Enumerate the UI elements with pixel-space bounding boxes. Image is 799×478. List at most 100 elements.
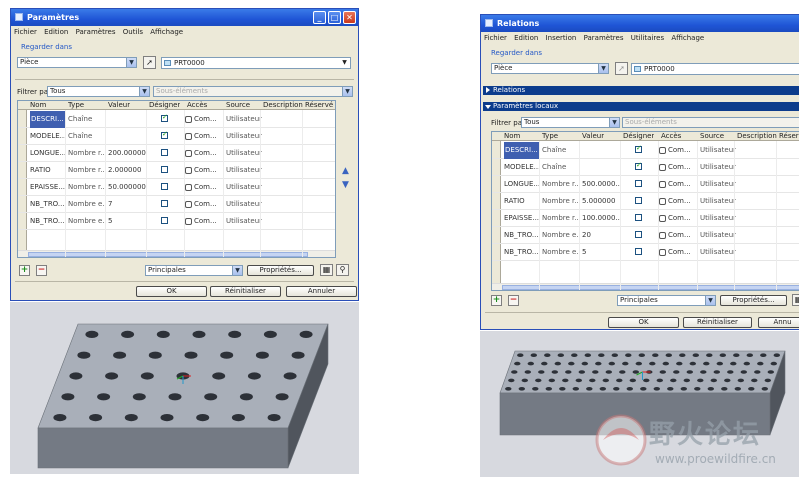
col-reserve[interactable]: Réservé [779, 132, 799, 141]
param-value-cell[interactable]: 50.000000 [108, 179, 147, 196]
scrollbar-thumb[interactable] [28, 252, 308, 257]
local-params-section-header[interactable]: Paramètres locaux [483, 102, 799, 111]
filter-select[interactable]: Tous ▼ [47, 86, 150, 97]
param-type-cell[interactable]: Nombre e... [68, 196, 106, 213]
param-access-cell[interactable]: Com... [668, 210, 704, 227]
reset-button[interactable]: Réinitialiser [210, 286, 281, 297]
properties-button[interactable]: Propriétés... [720, 295, 787, 306]
param-access-cell[interactable]: Com... [668, 244, 704, 261]
subelements-select[interactable]: Sous-éléments [622, 117, 799, 128]
menu-parametres[interactable]: Paramètres [76, 28, 116, 36]
remove-parameter-button[interactable]: − [508, 295, 519, 306]
param-name-cell[interactable]: RATIO [30, 162, 66, 179]
param-value-cell[interactable]: 5 [582, 244, 621, 261]
param-name-cell[interactable]: NB_TRO... [30, 213, 66, 230]
param-type-cell[interactable]: Nombre r... [542, 193, 580, 210]
menu-affichage[interactable]: Affichage [150, 28, 183, 36]
param-source-cell[interactable]: Utilisateur [700, 210, 736, 227]
subelements-select[interactable]: Sous-éléments ▼ [153, 86, 353, 97]
param-name-cell[interactable]: RATIO [504, 193, 540, 210]
param-access-cell[interactable]: Com... [668, 176, 704, 193]
remove-parameter-button[interactable]: − [36, 265, 47, 276]
menu-fichier[interactable]: Fichier [484, 34, 507, 42]
add-parameter-button[interactable]: + [491, 295, 502, 306]
col-designer[interactable]: Désigner [149, 101, 180, 110]
binoculars-icon[interactable]: ⚲ [336, 264, 349, 276]
minimize-button[interactable]: _ [313, 11, 326, 24]
add-parameter-button[interactable]: + [19, 265, 30, 276]
menu-edition[interactable]: Edition [514, 34, 538, 42]
param-source-cell[interactable]: Utilisateur [700, 244, 736, 261]
move-up-icon[interactable]: ▲ [342, 166, 349, 176]
designate-checkbox[interactable] [635, 161, 642, 170]
col-nom[interactable]: Nom [504, 132, 520, 141]
menu-utilitaires[interactable]: Utilitaires [631, 34, 664, 42]
param-source-cell[interactable]: Utilisateur [226, 128, 262, 145]
param-set-select[interactable]: Principales ▼ [617, 295, 716, 306]
col-acces[interactable]: Accès [187, 101, 207, 110]
designate-checkbox[interactable] [635, 180, 642, 187]
model-select[interactable]: PRT0000 [631, 63, 799, 75]
pointer-icon[interactable]: ➚ [143, 56, 156, 69]
designate-checkbox[interactable] [161, 217, 168, 224]
col-source[interactable]: Source [700, 132, 724, 141]
col-reserve[interactable]: Réservé [305, 101, 333, 110]
designate-checkbox[interactable] [161, 149, 168, 156]
designate-checkbox[interactable] [635, 231, 642, 238]
param-type-cell[interactable]: Nombre e... [542, 227, 580, 244]
reset-button[interactable]: Réinitialiser [683, 317, 752, 328]
scrollbar-thumb[interactable] [502, 285, 799, 290]
param-value-cell[interactable]: 2.000000 [108, 162, 147, 179]
param-name-cell[interactable]: MODELE... [30, 128, 66, 145]
model-select[interactable]: PRT0000 ▼ [161, 57, 351, 69]
cancel-button[interactable]: Annuler [286, 286, 357, 297]
menu-parametres[interactable]: Paramètres [584, 34, 624, 42]
properties-button[interactable]: Propriétés... [247, 265, 314, 276]
param-source-cell[interactable]: Utilisateur [700, 176, 736, 193]
menu-affichage[interactable]: Affichage [671, 34, 704, 42]
param-name-cell[interactable]: DESCRI... [504, 142, 540, 159]
param-source-cell[interactable]: Utilisateur [226, 111, 262, 128]
ok-button[interactable]: OK [136, 286, 207, 297]
param-access-cell[interactable]: Com... [668, 193, 704, 210]
param-source-cell[interactable]: Utilisateur [226, 145, 262, 162]
param-access-cell[interactable]: Com... [194, 196, 230, 213]
param-access-cell[interactable]: Com... [194, 162, 230, 179]
param-access-cell[interactable]: Com... [194, 111, 230, 128]
col-valeur[interactable]: Valeur [582, 132, 604, 141]
maximize-button[interactable]: □ [328, 11, 341, 24]
param-access-cell[interactable]: Com... [194, 179, 230, 196]
param-access-cell[interactable]: Com... [194, 128, 230, 145]
param-name-cell[interactable]: NB_TRO... [504, 227, 540, 244]
designate-checkbox[interactable] [161, 200, 168, 207]
param-value-cell[interactable]: 500.0000... [582, 176, 621, 193]
menu-insertion[interactable]: Insertion [546, 34, 577, 42]
param-source-cell[interactable]: Utilisateur [226, 213, 262, 230]
col-source[interactable]: Source [226, 101, 250, 110]
cancel-button[interactable]: Annu [758, 317, 799, 328]
param-type-cell[interactable]: Nombre r... [68, 179, 106, 196]
param-access-cell[interactable]: Com... [194, 145, 230, 162]
param-source-cell[interactable]: Utilisateur [700, 227, 736, 244]
close-button[interactable]: ✕ [343, 11, 356, 24]
param-value-cell[interactable]: 200.00000... [108, 145, 147, 162]
col-type[interactable]: Type [68, 101, 84, 110]
menu-edition[interactable]: Edition [44, 28, 68, 36]
col-type[interactable]: Type [542, 132, 558, 141]
param-name-cell[interactable]: LONGUE... [30, 145, 66, 162]
designate-checkbox[interactable] [161, 166, 168, 173]
relations-section-header[interactable]: Relations [483, 86, 799, 95]
param-type-cell[interactable]: Nombre r... [542, 176, 580, 193]
scope-select[interactable]: Pièce ▼ [491, 63, 609, 74]
param-value-cell[interactable]: 7 [108, 196, 147, 213]
param-type-cell[interactable]: Chaîne [68, 111, 106, 128]
designate-checkbox[interactable] [635, 248, 642, 255]
filter-select[interactable]: Tous ▼ [521, 117, 620, 128]
param-source-cell[interactable]: Utilisateur [226, 196, 262, 213]
param-name-cell[interactable]: EPAISSE... [30, 179, 66, 196]
designate-checkbox[interactable] [635, 214, 642, 221]
param-type-cell[interactable]: Nombre r... [542, 210, 580, 227]
param-source-cell[interactable]: Utilisateur [700, 193, 736, 210]
col-designer[interactable]: Désigner [623, 132, 654, 141]
param-access-cell[interactable]: Com... [668, 142, 704, 159]
